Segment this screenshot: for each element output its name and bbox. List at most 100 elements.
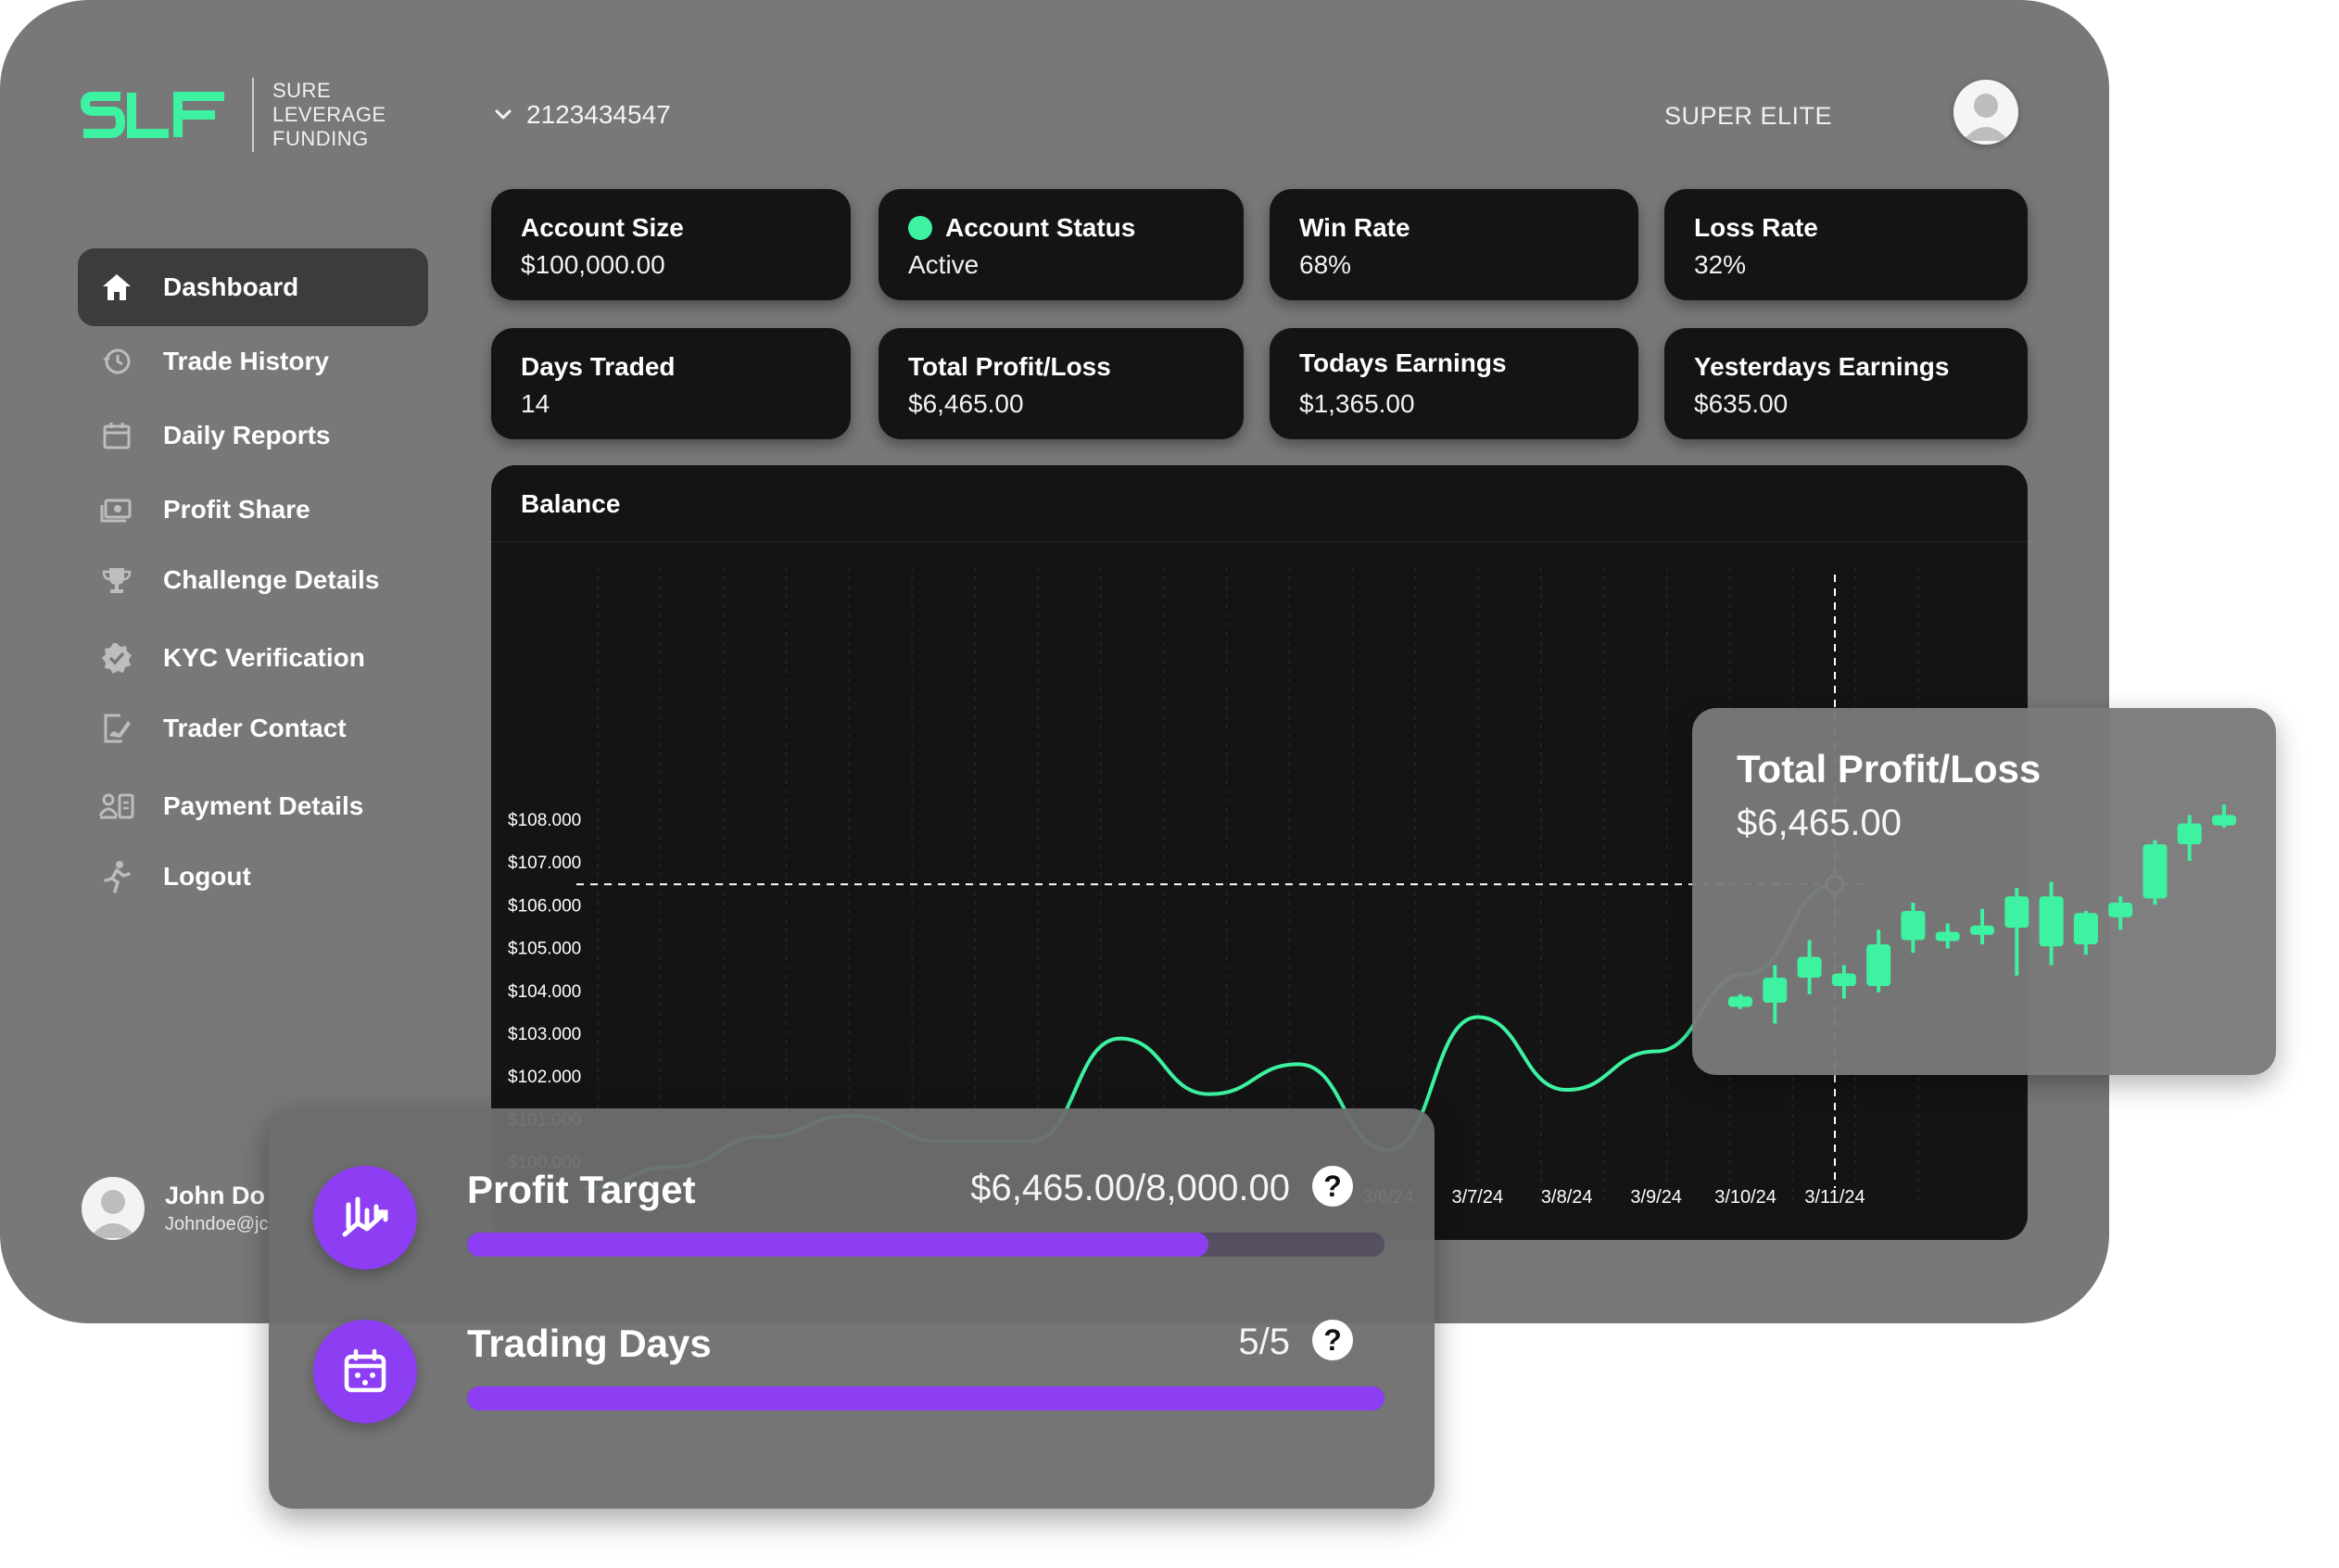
calendar-days-icon (313, 1320, 417, 1423)
progress-label: Profit Target (467, 1168, 696, 1211)
stat-title: Account Size (521, 213, 684, 242)
trending-chart-icon (313, 1166, 417, 1270)
contact-edit-icon (98, 710, 135, 747)
candle-body (2143, 844, 2168, 899)
y-tick-label: $105.000 (508, 940, 581, 959)
candle (1763, 965, 1788, 1024)
sidebar-item-trade-history[interactable]: Trade History (78, 322, 428, 400)
user-icon (89, 1190, 137, 1238)
candle-body (1797, 956, 1822, 978)
sidebar-item-payment-details[interactable]: Payment Details (78, 767, 428, 845)
candle (1970, 908, 1994, 944)
stat-card-win-rate: Win Rate 68% (1270, 189, 1638, 300)
stat-title: Days Traded (521, 352, 676, 381)
progress-fill (467, 1233, 1208, 1257)
progress-fill (467, 1386, 1384, 1410)
candle (1831, 965, 1856, 999)
history-icon (98, 343, 135, 380)
candle (1901, 903, 1926, 953)
user-email: Johndoe@jc (165, 1214, 269, 1234)
candle-body (2108, 903, 2133, 917)
stat-value: 68% (1299, 250, 1352, 279)
y-tick-label: $102.000 (508, 1068, 581, 1087)
candle (2004, 888, 2029, 976)
home-icon (98, 269, 135, 306)
sidebar-item-trader-contact[interactable]: Trader Contact (78, 689, 428, 767)
stat-title-row: Account Status (908, 213, 1135, 243)
candle (2143, 840, 2168, 905)
brand-name: SURE LEVERAGE FUNDING (272, 79, 386, 150)
sidebar-item-label: Dashboard (163, 272, 299, 301)
sidebar-item-label: Trade History (163, 347, 329, 375)
stat-card-todays-earnings: Todays Earnings $1,365.00 (1270, 328, 1638, 439)
card-value: $6,465.00 (1737, 803, 1902, 843)
stat-card-yesterdays-earnings: Yesterdays Earnings $635.00 (1664, 328, 2028, 439)
sidebar-item-kyc-verification[interactable]: KYC Verification (78, 619, 428, 697)
stat-value: $6,465.00 (908, 389, 1024, 418)
candle-body (2039, 896, 2064, 947)
help-icon[interactable]: ? (1312, 1320, 1353, 1360)
candle-body (2212, 815, 2236, 826)
candle (1866, 929, 1891, 993)
candle-body (1901, 911, 1926, 941)
progress-row-profit-target: Profit Target $6,465.00/8,000.00 ? (269, 1166, 1435, 1286)
y-tick-label: $108.000 (508, 811, 581, 830)
sidebar-item-label: KYC Verification (163, 643, 365, 672)
x-tick-label: 3/10/24 (1714, 1187, 1776, 1208)
chevron-down-icon (495, 109, 512, 120)
profile-avatar[interactable] (1953, 80, 2018, 145)
sidebar-item-profit-share[interactable]: Profit Share (78, 471, 428, 549)
stat-title: Yesterdays Earnings (1694, 352, 1950, 381)
account-number: 2123434547 (526, 100, 671, 129)
card-title: Total Profit/Loss (1737, 747, 2042, 790)
sidebar-item-challenge-details[interactable]: Challenge Details (78, 541, 428, 619)
progress-track (467, 1386, 1384, 1410)
logout-icon (98, 858, 135, 895)
cash-icon (98, 491, 135, 528)
stat-title: Account Status (945, 213, 1136, 242)
candle-body (2177, 823, 2202, 844)
logo-divider (252, 78, 254, 152)
payment-id-icon (98, 788, 135, 825)
sidebar-item-label: Payment Details (163, 791, 364, 820)
progress-panel: Profit Target $6,465.00/8,000.00 ? Tradi… (269, 1108, 1435, 1509)
candle-body (1831, 973, 1856, 986)
total-profit-loss-card: Total Profit/Loss $6,465.00 (1692, 708, 2276, 1075)
x-tick-label: 3/7/24 (1451, 1187, 1503, 1208)
stat-value: $100,000.00 (521, 250, 665, 279)
y-tick-label: $103.000 (508, 1025, 581, 1044)
slf-logo-mark (81, 92, 224, 138)
brand-logo[interactable]: SURE LEVERAGE FUNDING (80, 78, 386, 152)
stat-title: Todays Earnings (1299, 348, 1507, 377)
progress-label: Trading Days (467, 1321, 712, 1365)
sidebar-item-label: Profit Share (163, 495, 310, 524)
account-tier: SUPER ELITE (1664, 102, 1833, 130)
account-selector[interactable]: 2123434547 (493, 100, 671, 130)
sidebar-item-logout[interactable]: Logout (78, 838, 428, 916)
progress-track (467, 1233, 1384, 1257)
avatar (82, 1177, 145, 1240)
candle-body (2073, 913, 2098, 944)
stat-card-account-size: Account Size $100,000.00 (491, 189, 851, 300)
stat-title: Win Rate (1299, 213, 1410, 242)
stat-card-loss-rate: Loss Rate 32% (1664, 189, 2028, 300)
user-profile[interactable]: John Do Johndoe@jc (82, 1177, 268, 1240)
candle-body (1935, 931, 1960, 942)
stat-card-days-traded: Days Traded 14 (491, 328, 851, 439)
x-tick-label: 3/9/24 (1630, 1187, 1682, 1208)
progress-row-trading-days: Trading Days 5/5 ? (269, 1320, 1435, 1440)
sidebar-item-label: Daily Reports (163, 421, 331, 449)
progress-value: 5/5 (1238, 1321, 1290, 1362)
candle (2177, 815, 2202, 861)
verified-badge-icon (98, 639, 135, 677)
stat-card-total-profit-loss: Total Profit/Loss $6,465.00 (879, 328, 1244, 439)
sidebar-item-dashboard[interactable]: Dashboard (78, 248, 428, 326)
trophy-icon (98, 562, 135, 599)
candle-body (1866, 944, 1891, 986)
candle (2212, 804, 2236, 828)
help-icon[interactable]: ? (1312, 1166, 1353, 1207)
y-tick-label: $106.000 (508, 896, 581, 916)
progress-value: $6,465.00/8,000.00 (970, 1168, 1290, 1208)
stat-value: Active (908, 250, 980, 279)
sidebar-item-daily-reports[interactable]: Daily Reports (78, 397, 428, 474)
